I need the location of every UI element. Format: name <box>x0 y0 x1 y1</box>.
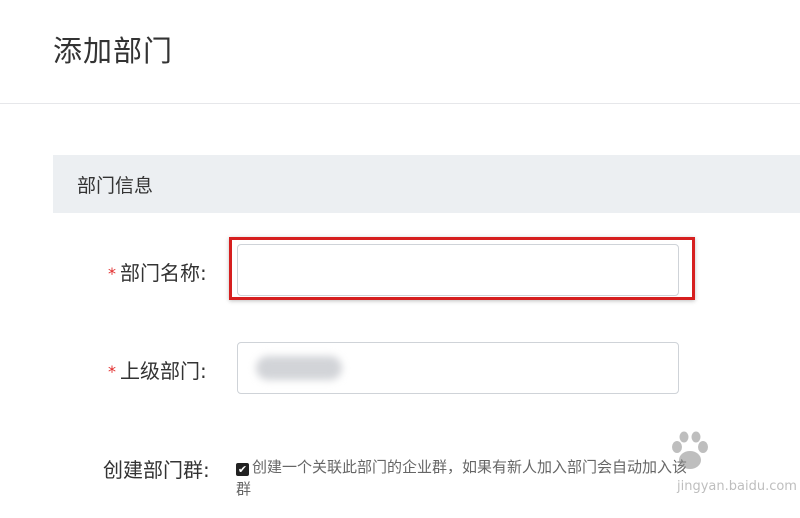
parent-dept-value-blurred <box>256 356 342 380</box>
header-divider <box>0 103 800 104</box>
section-title: 部门信息 <box>77 175 154 197</box>
dept-group-label: 创建部门群: <box>103 458 210 482</box>
dept-group-description: 创建一个关联此部门的企业群，如果有新人加入部门会自动加入该群 <box>236 458 688 498</box>
required-mark: * <box>108 264 116 283</box>
dept-name-input[interactable] <box>237 244 679 296</box>
watermark-brand: 经验 <box>706 449 754 475</box>
parent-dept-label-text: 上级部门: <box>120 359 207 383</box>
required-mark: * <box>108 362 116 381</box>
parent-dept-select[interactable] <box>237 342 679 394</box>
section-header: 部门信息 <box>53 155 800 213</box>
dept-group-option[interactable]: ✔ 创建一个关联此部门的企业群，如果有新人加入部门会自动加入该群 <box>236 456 696 500</box>
dept-name-label: * 部门名称: <box>108 257 207 286</box>
add-department-page: 添加部门 部门信息 * 部门名称: * 上级部门: 创建部门群: ✔ 创建一个关联此部… <box>0 0 800 518</box>
page-title: 添加部门 <box>53 34 174 68</box>
parent-dept-label: * 上级部门: <box>108 355 207 384</box>
dept-group-checkbox[interactable]: ✔ <box>236 463 249 476</box>
dept-name-label-text: 部门名称: <box>120 261 207 285</box>
